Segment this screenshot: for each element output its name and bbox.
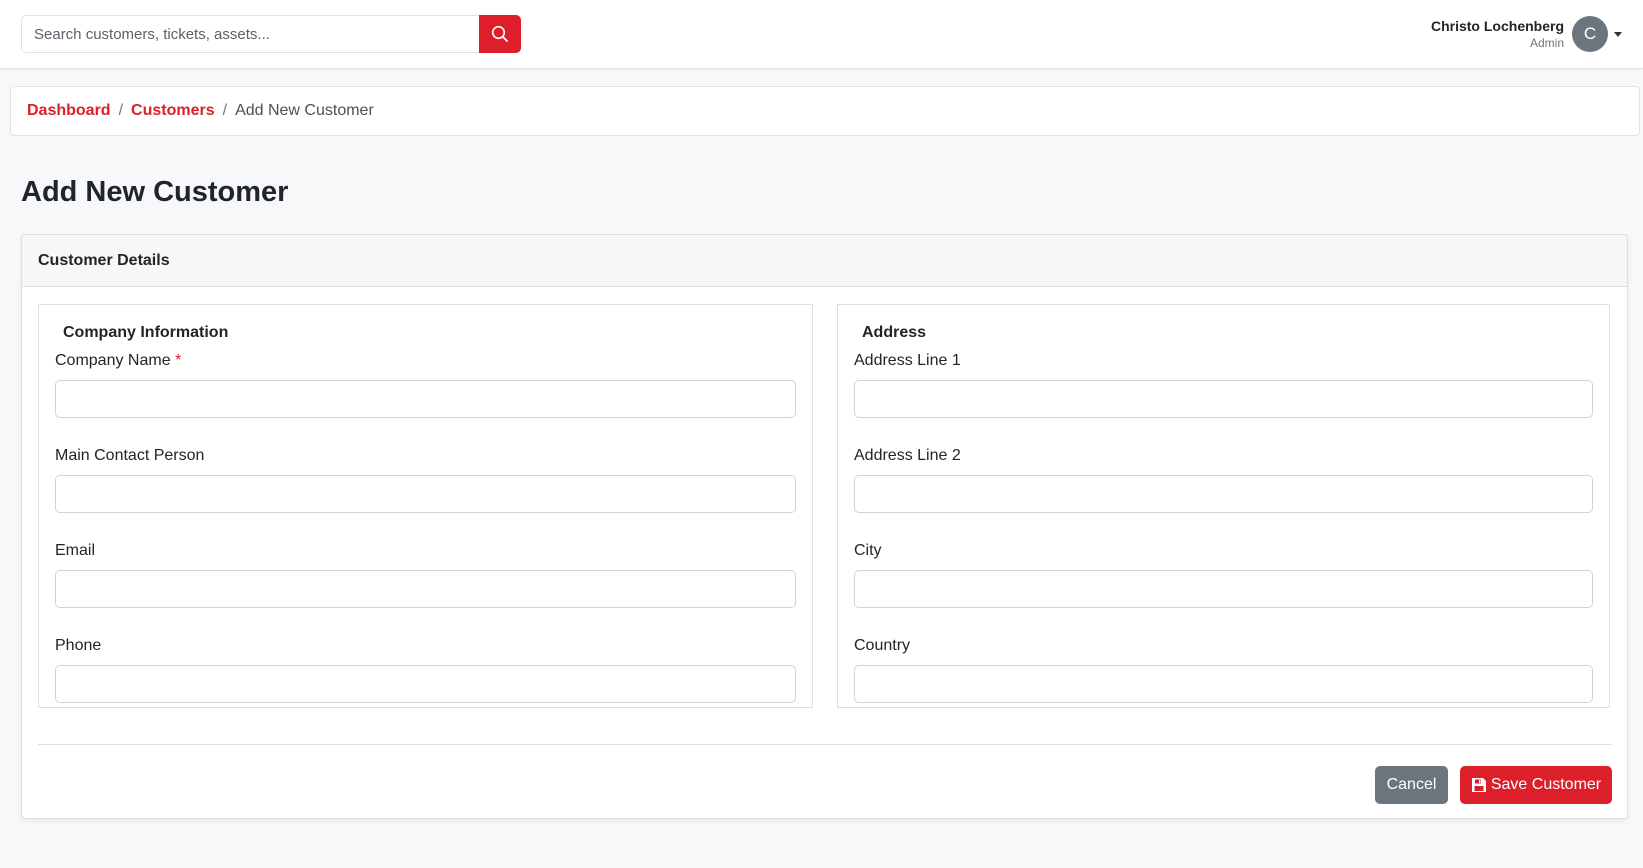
- address-line-2-label: Address Line 2: [854, 447, 961, 464]
- caret-down-icon[interactable]: [1614, 31, 1622, 37]
- company-name-label: Company Name *: [55, 352, 182, 369]
- search-button[interactable]: [479, 15, 521, 53]
- top-navbar: Christo Lochenberg Admin C: [0, 0, 1643, 69]
- address-line-2-field[interactable]: [854, 475, 1593, 513]
- page-title: Add New Customer: [21, 176, 289, 208]
- customer-details-card: Customer Details Company Information Com…: [21, 234, 1628, 819]
- user-menu[interactable]: Christo Lochenberg Admin C: [1431, 15, 1622, 53]
- email-label: Email: [55, 542, 96, 559]
- form-group: Address Line 2: [854, 446, 1593, 513]
- breadcrumb-customers[interactable]: Customers: [131, 102, 215, 120]
- divider: [38, 744, 1612, 745]
- card-title: Customer Details: [22, 235, 1627, 287]
- user-role: Admin: [1529, 36, 1564, 50]
- form-group: Country: [854, 636, 1593, 703]
- required-marker: *: [175, 352, 182, 369]
- phone-label: Phone: [55, 637, 102, 654]
- main-contact-field[interactable]: [55, 475, 796, 513]
- breadcrumb: Dashboard / Customers / Add New Customer: [10, 86, 1640, 136]
- breadcrumb-separator: /: [118, 102, 124, 119]
- form-group: Main Contact Person: [55, 446, 796, 513]
- phone-field[interactable]: [55, 665, 796, 703]
- email-field[interactable]: [55, 570, 796, 608]
- company-name-field[interactable]: [55, 380, 796, 418]
- breadcrumb-separator: /: [222, 102, 228, 119]
- form-group: Address Line 1: [854, 351, 1593, 418]
- search-group: [21, 15, 521, 53]
- save-customer-button[interactable]: Save Customer: [1460, 766, 1612, 804]
- city-field[interactable]: [854, 570, 1593, 608]
- address-section: Address Address Line 1 Address Line 2 Ci…: [837, 304, 1610, 708]
- save-icon: [1471, 778, 1486, 792]
- form-group: Email: [55, 541, 796, 608]
- form-group: City: [854, 541, 1593, 608]
- country-field[interactable]: [854, 665, 1593, 703]
- section-legend: Company Information: [63, 324, 229, 341]
- form-group: Company Name *: [55, 351, 796, 418]
- user-name: Christo Lochenberg: [1430, 18, 1564, 34]
- address-line-1-field[interactable]: [854, 380, 1593, 418]
- search-icon: [491, 25, 508, 42]
- company-information-section: Company Information Company Name * Main …: [38, 304, 813, 708]
- cancel-button-label: Cancel: [1386, 776, 1437, 793]
- city-label: City: [854, 542, 882, 559]
- form-group: Phone: [55, 636, 796, 703]
- main-contact-label: Main Contact Person: [55, 447, 205, 464]
- user-info: Christo Lochenberg Admin: [1431, 17, 1564, 51]
- save-button-label: Save Customer: [1490, 776, 1602, 793]
- address-line-1-label: Address Line 1: [854, 352, 961, 369]
- breadcrumb-dashboard[interactable]: Dashboard: [27, 102, 111, 120]
- avatar[interactable]: C: [1572, 16, 1608, 52]
- search-input[interactable]: [21, 15, 479, 53]
- section-legend: Address: [862, 324, 927, 341]
- breadcrumb-current: Add New Customer: [235, 102, 374, 119]
- cancel-button[interactable]: Cancel: [1375, 766, 1448, 804]
- country-label: Country: [854, 637, 911, 654]
